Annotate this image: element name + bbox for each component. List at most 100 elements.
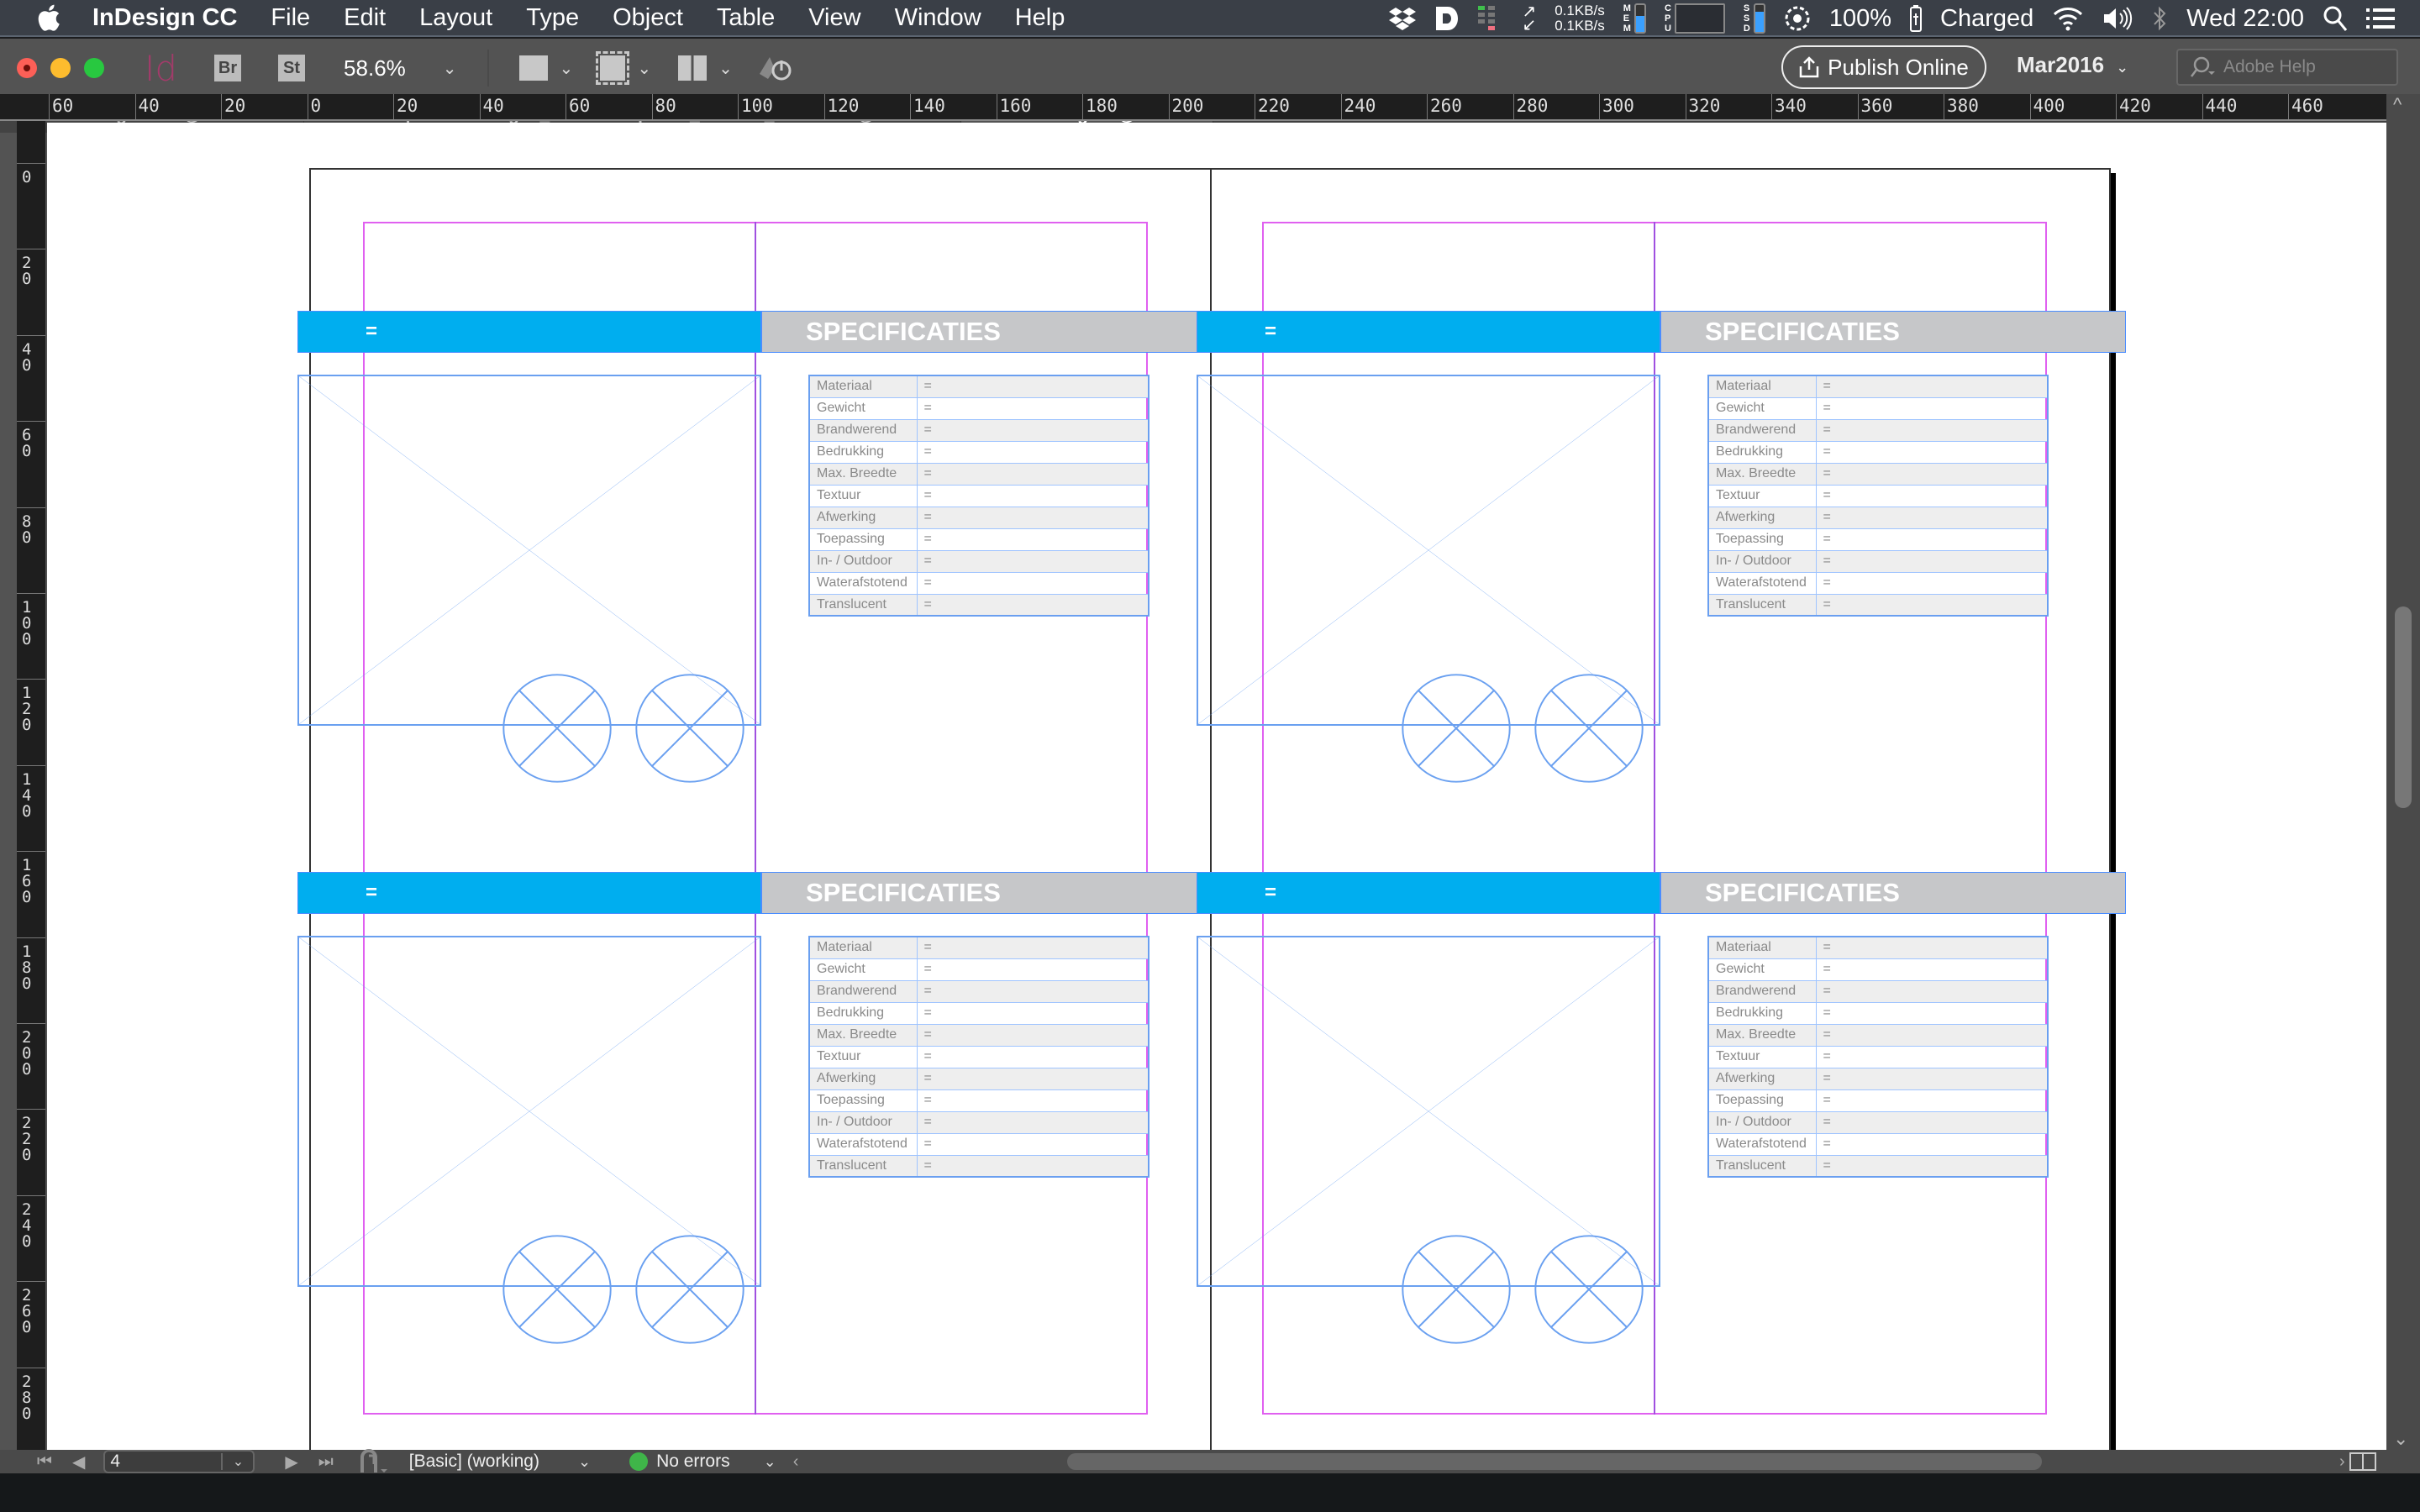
spec-value-field[interactable]: = <box>1815 593 2049 617</box>
spec-value-field[interactable]: = <box>1815 1154 2049 1178</box>
product-title-field[interactable]: = <box>366 881 377 905</box>
wifi-icon[interactable] <box>2052 6 2084 31</box>
battery-icon[interactable] <box>1910 5 1923 32</box>
spec-value-field[interactable]: = <box>1815 549 2049 573</box>
icon-placeholder-frame[interactable] <box>1534 674 1644 783</box>
previous-page-icon[interactable]: ◀ <box>72 1452 85 1473</box>
spec-value-field[interactable]: = <box>1815 484 2049 507</box>
screen-mode-icon[interactable] <box>596 51 630 85</box>
next-page-icon[interactable]: ▶ <box>285 1452 297 1473</box>
menu-table[interactable]: Table <box>717 4 775 32</box>
spec-value-field[interactable]: = <box>1815 1023 2049 1047</box>
battery-percent[interactable]: 100% <box>1829 5 1891 33</box>
icon-placeholder-frame[interactable] <box>1402 674 1511 783</box>
spec-value-field[interactable]: = <box>916 1132 1150 1156</box>
spec-value-field[interactable]: = <box>916 549 1150 573</box>
spec-value-field[interactable]: = <box>916 396 1150 420</box>
icon-placeholder-frame[interactable] <box>502 674 612 783</box>
spec-value-field[interactable]: = <box>916 484 1150 507</box>
spec-value-field[interactable]: = <box>916 979 1150 1003</box>
adobe-help-search[interactable]: Adobe Help <box>2176 49 2398 86</box>
spec-value-field[interactable]: = <box>1815 958 2049 981</box>
specificaties-heading-bar[interactable]: SPECIFICATIES <box>761 872 1210 914</box>
spec-value-field[interactable]: = <box>1815 462 2049 486</box>
product-title-bar[interactable]: = <box>297 311 761 353</box>
page-dropdown-chevron-icon[interactable]: ⌄ <box>221 1453 253 1470</box>
spec-value-field[interactable]: = <box>916 440 1150 464</box>
icon-placeholder-frame[interactable] <box>1402 1235 1511 1344</box>
product-title-bar[interactable]: = <box>297 872 761 914</box>
icon-placeholder-frame[interactable] <box>1534 1235 1644 1344</box>
spec-value-field[interactable]: = <box>916 1154 1150 1178</box>
spec-value-field[interactable]: = <box>1815 396 2049 420</box>
view-options-chevron-icon[interactable]: ⌄ <box>560 58 574 79</box>
screen-mode-chevron-icon[interactable]: ⌄ <box>637 58 651 79</box>
scroll-left-icon[interactable]: ‹ <box>793 1452 799 1472</box>
bridge-button[interactable]: Br <box>214 55 242 81</box>
horizontal-ruler[interactable]: 60 40 20 0 20 40 60 80 100 120 140 160 180 200 220 240 2… <box>0 94 2386 121</box>
menu-edit[interactable]: Edit <box>344 4 386 32</box>
spec-value-field[interactable]: = <box>1815 528 2049 551</box>
specifications-table[interactable]: Materiaal = Gewicht = Brandwerend = Bedrukking… <box>808 936 1150 1178</box>
spec-value-field[interactable]: = <box>916 1110 1150 1134</box>
icon-placeholder-frame[interactable] <box>635 674 744 783</box>
view-options-icon[interactable] <box>518 55 548 81</box>
spec-value-field[interactable]: = <box>916 1067 1150 1090</box>
spec-value-field[interactable]: = <box>916 1001 1150 1025</box>
preflight-profile[interactable]: [Basic] (working) <box>409 1452 539 1472</box>
menu-window[interactable]: Window <box>895 4 981 32</box>
menu-object[interactable]: Object <box>613 4 683 32</box>
split-window-icon[interactable] <box>2349 1452 2376 1471</box>
menu-view[interactable]: View <box>808 4 860 32</box>
product-title-field[interactable]: = <box>1265 881 1276 905</box>
network-activity-icon[interactable] <box>1478 4 1503 33</box>
window-close-button[interactable] <box>17 58 37 78</box>
spec-value-field[interactable]: = <box>1815 506 2049 529</box>
vertical-scroll-thumb[interactable] <box>2395 606 2412 808</box>
arrange-documents-icon[interactable] <box>678 55 708 81</box>
arrange-documents-chevron-icon[interactable]: ⌄ <box>718 58 733 79</box>
network-speed[interactable]: 0.1KB/s 0.1KB/s <box>1555 3 1605 34</box>
bluetooth-icon[interactable] <box>2151 5 2168 32</box>
battery-status[interactable]: Charged <box>1940 5 2033 33</box>
specifications-table[interactable]: Materiaal = Gewicht = Brandwerend = Bedrukking… <box>808 375 1150 617</box>
spec-value-field[interactable]: = <box>1815 1067 2049 1090</box>
scroll-up-icon[interactable]: ^ <box>2393 94 2402 116</box>
last-page-icon[interactable]: ⏭ <box>318 1452 334 1472</box>
scroll-down-icon[interactable]: ⌄ <box>2393 1428 2408 1450</box>
memory-meter[interactable]: MEM <box>1623 3 1646 34</box>
spec-value-field[interactable]: = <box>1815 1045 2049 1068</box>
preflight-menu-chevron-icon[interactable]: ⌄ <box>764 1453 776 1471</box>
spec-value-field[interactable]: = <box>1815 1089 2049 1112</box>
workspace-switcher[interactable]: Mar2016 ⌄ <box>2017 52 2128 78</box>
spec-value-field[interactable]: = <box>1815 1001 2049 1025</box>
fan-icon[interactable] <box>1784 5 1811 32</box>
window-minimize-button[interactable] <box>50 58 71 78</box>
dash-icon[interactable] <box>1434 5 1460 32</box>
window-zoom-button[interactable] <box>84 58 104 78</box>
notification-center-icon[interactable] <box>2366 7 2395 30</box>
spec-value-field[interactable]: = <box>1815 375 2049 398</box>
menu-help[interactable]: Help <box>1015 4 1065 32</box>
spec-value-field[interactable]: = <box>916 375 1150 398</box>
spec-value-field[interactable]: = <box>916 1089 1150 1112</box>
spec-value-field[interactable]: = <box>916 418 1150 442</box>
spec-value-field[interactable]: = <box>916 571 1150 595</box>
publish-online-button[interactable]: Publish Online <box>1781 45 1986 89</box>
page-number-field[interactable]: 4 ⌄ <box>103 1450 255 1473</box>
volume-icon[interactable] <box>2102 6 2133 31</box>
spec-value-field[interactable]: = <box>916 462 1150 486</box>
gpu-performance-icon[interactable] <box>758 54 795 82</box>
cpu-meter[interactable]: CPU <box>1665 3 1725 34</box>
apple-menu-icon[interactable] <box>34 3 62 33</box>
menu-type[interactable]: Type <box>526 4 579 32</box>
vertical-ruler[interactable]: 0204060801001201401601802002202402602803 <box>17 121 45 1473</box>
spec-value-field[interactable]: = <box>916 506 1150 529</box>
first-page-icon[interactable]: ⏮ <box>37 1452 52 1472</box>
spec-value-field[interactable]: = <box>916 936 1150 959</box>
icon-placeholder-frame[interactable] <box>502 1235 612 1344</box>
adobe-stock-button[interactable]: St <box>278 55 306 81</box>
spec-value-field[interactable]: = <box>1815 936 2049 959</box>
app-menu[interactable]: InDesign CC <box>92 4 237 32</box>
product-title-bar[interactable]: = <box>1197 311 1660 353</box>
